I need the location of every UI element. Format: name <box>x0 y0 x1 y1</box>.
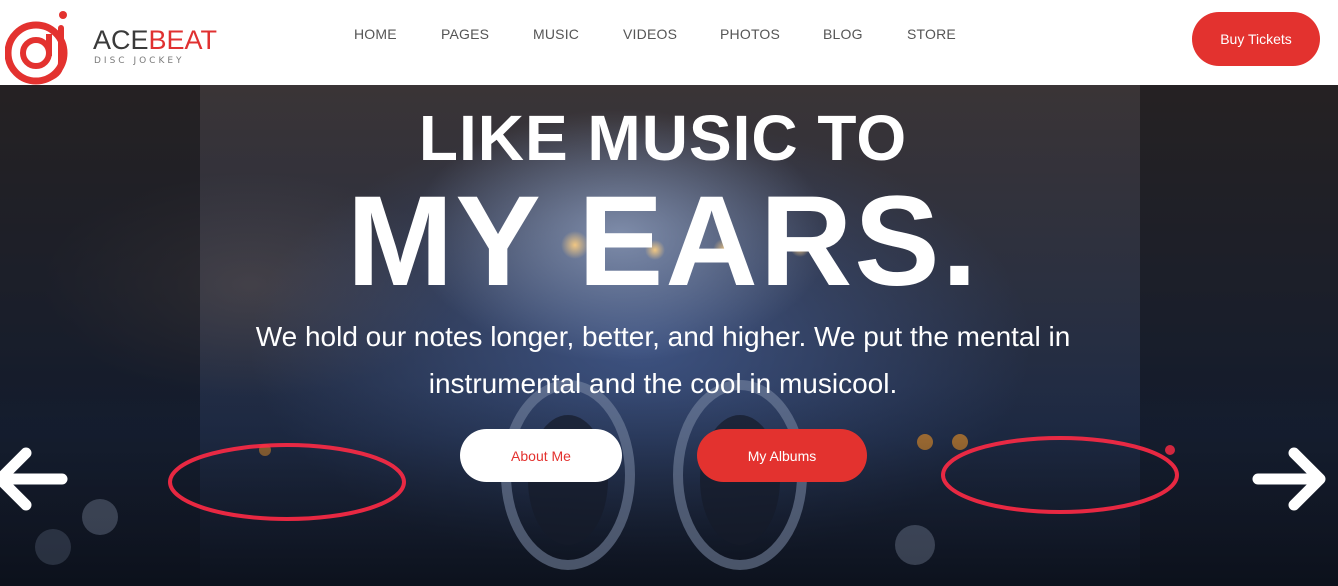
nav-item-pages[interactable]: PAGES <box>441 26 489 42</box>
arrow-left-icon[interactable] <box>0 439 70 519</box>
nav-item-photos[interactable]: PHOTOS <box>720 26 780 42</box>
site-logo[interactable]: ACEBEAT DISC JOCKEY <box>5 10 255 85</box>
nav-item-music[interactable]: MUSIC <box>533 26 579 42</box>
site-header: ACEBEAT DISC JOCKEY HOME PAGES MUSIC VID… <box>0 0 1338 85</box>
about-me-button[interactable]: About Me <box>460 429 622 482</box>
nav-item-blog[interactable]: BLOG <box>823 26 863 42</box>
brand-name: ACEBEAT <box>93 26 217 54</box>
my-albums-button[interactable]: My Albums <box>697 429 867 482</box>
hero-slider: LIKE MUSIC TO MY EARS. We hold our notes… <box>0 85 1338 586</box>
brand-name-part1: ACE <box>93 25 149 55</box>
buy-tickets-button[interactable]: Buy Tickets <box>1192 12 1320 66</box>
nav-item-home[interactable]: HOME <box>354 26 397 42</box>
nav-item-store[interactable]: STORE <box>907 26 956 42</box>
arrow-right-icon[interactable] <box>1250 439 1330 519</box>
dj-monogram-icon <box>5 11 68 85</box>
nav-item-videos[interactable]: VIDEOS <box>623 26 677 42</box>
hero-title-line2: MY EARS. <box>346 170 980 313</box>
hero-description: We hold our notes longer, better, and hi… <box>255 321 1071 399</box>
brand-tagline: DISC JOCKEY <box>94 56 185 66</box>
hero-title-line1: LIKE MUSIC TO <box>418 102 908 174</box>
brand-name-part2: BEAT <box>148 25 218 55</box>
